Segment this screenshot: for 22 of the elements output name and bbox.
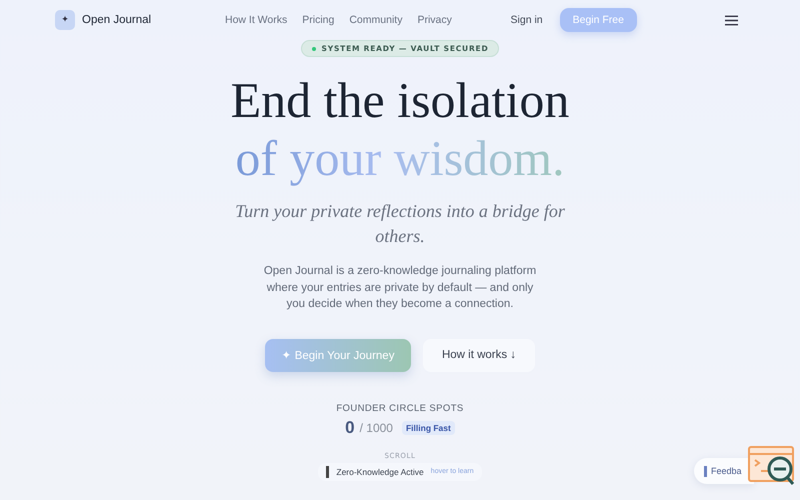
filling-fast-tag: Filling Fast <box>402 420 455 434</box>
hero-title: End the isolation <box>230 71 570 129</box>
how-it-works-button[interactable]: How it works ↓ <box>423 338 535 372</box>
spots-total: / 1000 <box>360 420 393 434</box>
nav-link[interactable]: Privacy <box>417 14 452 26</box>
spots-count: 0 <box>345 418 355 438</box>
zero-knowledge-text: Zero-Knowledge Active <box>336 466 424 476</box>
founder-label: FOUNDER CIRCLE SPOTS <box>336 402 464 414</box>
feedback-label: Feedba <box>711 466 742 476</box>
hero-subtitle: Turn your private reflections into a bridge for others. <box>235 200 565 248</box>
hero-description: Open Journal is a zero-knowledge journaling platform where your entries are private by default — and only you decide when they become a connection. <box>262 264 538 312</box>
logo-icon[interactable]: ✦ <box>55 10 75 30</box>
status-bar-icon <box>326 466 330 478</box>
brand-name[interactable]: Open Journal <box>82 14 152 26</box>
feedback-icon <box>704 466 707 476</box>
code-search-icon[interactable] <box>747 445 797 487</box>
feedback-button[interactable]: Feedba <box>694 458 754 484</box>
nav-link[interactable]: Pricing <box>302 14 334 26</box>
nav-link[interactable]: How It Works <box>225 14 288 26</box>
menu-icon[interactable] <box>725 14 738 26</box>
sign-in-link[interactable]: Sign in <box>510 14 543 26</box>
nav-link[interactable]: Community <box>349 14 402 26</box>
